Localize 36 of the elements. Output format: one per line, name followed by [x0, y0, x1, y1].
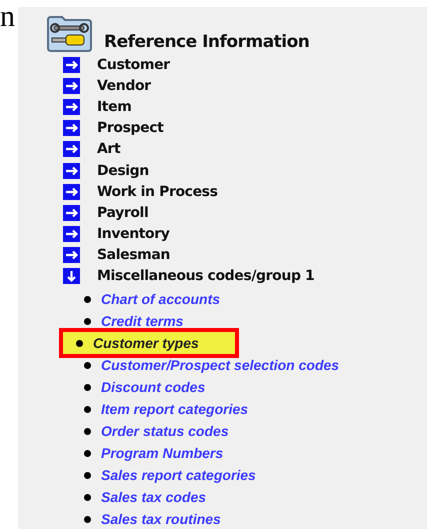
code-link[interactable]: Sales tax codes — [101, 489, 206, 506]
code-link[interactable]: Order status codes — [101, 423, 229, 440]
bullet-icon — [84, 494, 91, 501]
code-link[interactable]: Sales report categories — [101, 467, 256, 484]
code-link[interactable]: Discount codes — [101, 379, 206, 396]
section-title: Reference Information — [104, 32, 310, 52]
bullet-icon — [84, 362, 91, 369]
code-link[interactable]: Customer/Prospect selection codes — [101, 357, 340, 374]
bullet-icon — [84, 428, 91, 435]
category-link[interactable]: Payroll — [97, 204, 148, 221]
code-link[interactable]: Customer types — [93, 335, 199, 352]
category-link[interactable]: Vendor — [97, 78, 151, 94]
category-link[interactable]: Item — [97, 98, 132, 115]
category-link[interactable]: Inventory — [97, 226, 170, 242]
category-link[interactable]: Art — [97, 141, 120, 158]
category-link[interactable]: Customer — [97, 56, 170, 73]
category-link[interactable]: Salesman — [97, 247, 170, 264]
code-link[interactable]: Credit terms — [101, 313, 184, 330]
bullet-icon — [84, 450, 91, 457]
bullet-icon — [84, 472, 91, 479]
bullet-icon — [84, 384, 91, 391]
code-link[interactable]: Program Numbers — [101, 445, 224, 462]
cut-off-text: n — [0, 2, 16, 32]
bullet-icon — [84, 296, 91, 303]
category-link[interactable]: Prospect — [97, 120, 164, 136]
category-link[interactable]: Miscellaneous codes/group 1 — [97, 268, 314, 284]
category-link[interactable]: Design — [97, 162, 149, 179]
code-link[interactable]: Chart of accounts — [101, 291, 220, 308]
code-link[interactable]: Item report categories — [101, 401, 248, 418]
bullet-icon — [76, 340, 83, 347]
tools-folder-icon — [46, 14, 93, 52]
code-link[interactable]: Sales tax routines — [101, 511, 221, 528]
bullet-icon — [84, 318, 91, 325]
bullet-icon — [84, 406, 91, 413]
category-link[interactable]: Work in Process — [97, 184, 218, 200]
bullet-icon — [84, 516, 91, 523]
